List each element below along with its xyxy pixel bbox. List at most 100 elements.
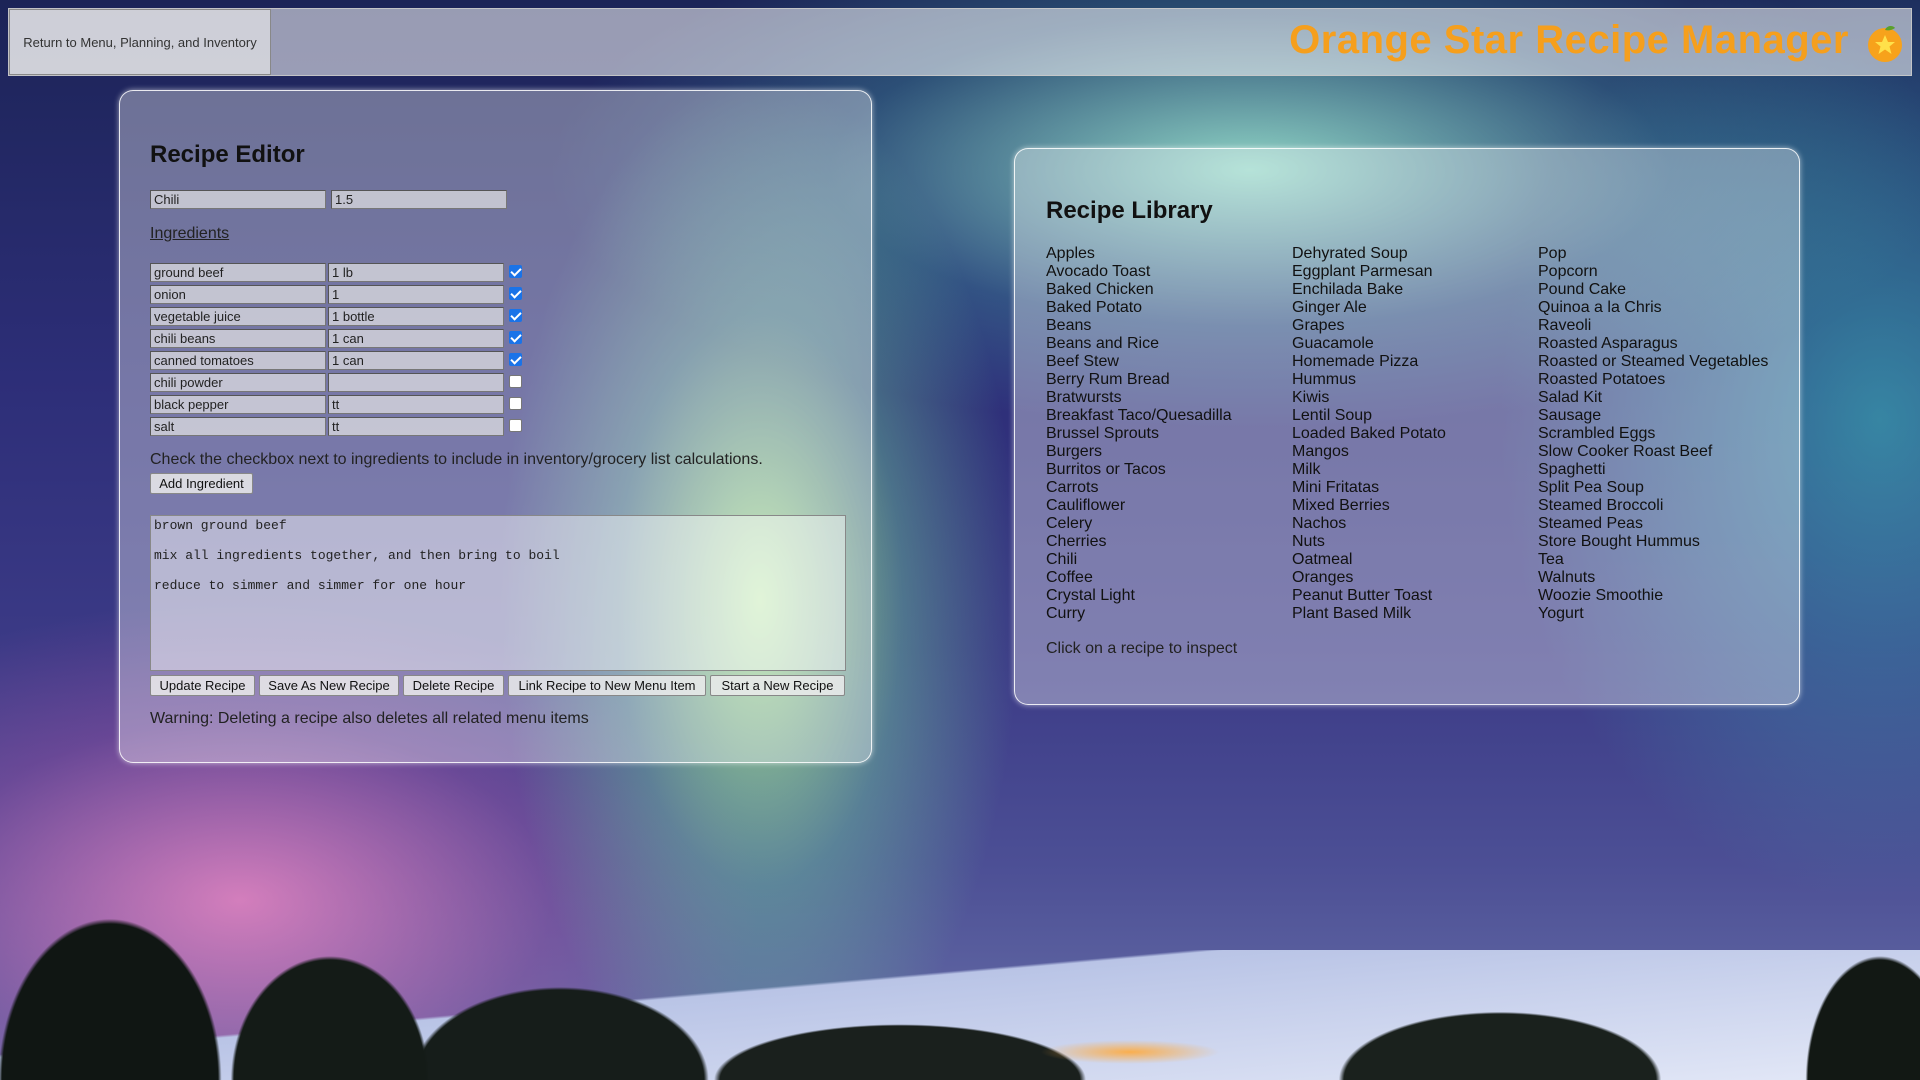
recipe-library-item[interactable]: Oranges bbox=[1292, 569, 1446, 587]
recipe-editor-title: Recipe Editor bbox=[150, 141, 305, 168]
recipe-library-item[interactable]: Quinoa a la Chris bbox=[1538, 299, 1768, 317]
recipe-library-item[interactable]: Yogurt bbox=[1538, 605, 1768, 623]
recipe-library-item[interactable]: Guacamole bbox=[1292, 335, 1446, 353]
ingredient-name-input[interactable] bbox=[150, 307, 326, 326]
recipe-library-item[interactable]: Tea bbox=[1538, 551, 1768, 569]
recipe-library-item[interactable]: Popcorn bbox=[1538, 263, 1768, 281]
recipe-library-item[interactable]: Carrots bbox=[1046, 479, 1232, 497]
recipe-library-item[interactable]: Cauliflower bbox=[1046, 497, 1232, 515]
recipe-library-item[interactable]: Dehyrated Soup bbox=[1292, 245, 1446, 263]
recipe-library-item[interactable]: Milk bbox=[1292, 461, 1446, 479]
recipe-library-item[interactable]: Salad Kit bbox=[1538, 389, 1768, 407]
recipe-library-item[interactable]: Curry bbox=[1046, 605, 1232, 623]
ingredient-quantity-input[interactable] bbox=[328, 417, 504, 436]
recipe-library-item[interactable]: Chili bbox=[1046, 551, 1232, 569]
ingredient-name-input[interactable] bbox=[150, 329, 326, 348]
include-in-inventory-checkbox[interactable] bbox=[509, 265, 522, 278]
include-in-inventory-checkbox[interactable] bbox=[509, 397, 522, 410]
recipe-library-item[interactable]: Walnuts bbox=[1538, 569, 1768, 587]
include-in-inventory-checkbox[interactable] bbox=[509, 331, 522, 344]
ingredient-name-input[interactable] bbox=[150, 417, 326, 436]
recipe-library-item[interactable]: Kiwis bbox=[1292, 389, 1446, 407]
recipe-library-item[interactable]: Homemade Pizza bbox=[1292, 353, 1446, 371]
recipe-library-item[interactable]: Avocado Toast bbox=[1046, 263, 1232, 281]
ingredient-name-input[interactable] bbox=[150, 373, 326, 392]
recipe-library-item[interactable]: Burgers bbox=[1046, 443, 1232, 461]
recipe-library-item[interactable]: Sausage bbox=[1538, 407, 1768, 425]
recipe-library-item[interactable]: Woozie Smoothie bbox=[1538, 587, 1768, 605]
recipe-library-item[interactable]: Peanut Butter Toast bbox=[1292, 587, 1446, 605]
instructions-textarea[interactable]: brown ground beef mix all ingredients tog… bbox=[150, 515, 846, 671]
recipe-library-item[interactable]: Celery bbox=[1046, 515, 1232, 533]
ingredient-name-input[interactable] bbox=[150, 285, 326, 304]
recipe-library-item[interactable]: Apples bbox=[1046, 245, 1232, 263]
recipe-library-item[interactable]: Nachos bbox=[1292, 515, 1446, 533]
recipe-library-item[interactable]: Pound Cake bbox=[1538, 281, 1768, 299]
recipe-library-item[interactable]: Beans bbox=[1046, 317, 1232, 335]
recipe-library-item[interactable]: Mixed Berries bbox=[1292, 497, 1446, 515]
ingredient-quantity-input[interactable] bbox=[328, 263, 504, 282]
include-in-inventory-checkbox[interactable] bbox=[509, 419, 522, 432]
recipe-library-item[interactable]: Brussel Sprouts bbox=[1046, 425, 1232, 443]
recipe-library-item[interactable]: Oatmeal bbox=[1292, 551, 1446, 569]
return-to-menu-button[interactable]: Return to Menu, Planning, and Inventory bbox=[9, 9, 271, 75]
ingredient-name-input[interactable] bbox=[150, 263, 326, 282]
recipe-library-item[interactable]: Steamed Broccoli bbox=[1538, 497, 1768, 515]
save-as-new-recipe-button[interactable]: Save As New Recipe bbox=[259, 675, 399, 696]
recipe-library-item[interactable]: Store Bought Hummus bbox=[1538, 533, 1768, 551]
recipe-library-item[interactable]: Plant Based Milk bbox=[1292, 605, 1446, 623]
ingredient-quantity-input[interactable] bbox=[328, 329, 504, 348]
include-in-inventory-checkbox[interactable] bbox=[509, 287, 522, 300]
recipe-library-item[interactable]: Crystal Light bbox=[1046, 587, 1232, 605]
recipe-library-item[interactable]: Nuts bbox=[1292, 533, 1446, 551]
recipe-library-item[interactable]: Steamed Peas bbox=[1538, 515, 1768, 533]
ingredient-name-input[interactable] bbox=[150, 351, 326, 370]
link-recipe-to-menu-button[interactable]: Link Recipe to New Menu Item bbox=[508, 675, 706, 696]
recipe-library-item[interactable]: Berry Rum Bread bbox=[1046, 371, 1232, 389]
recipe-library-item[interactable]: Lentil Soup bbox=[1292, 407, 1446, 425]
recipe-library-item[interactable]: Bratwursts bbox=[1046, 389, 1232, 407]
recipe-library-item[interactable]: Breakfast Taco/Quesadilla bbox=[1046, 407, 1232, 425]
recipe-library-item[interactable]: Enchilada Bake bbox=[1292, 281, 1446, 299]
recipe-library-item[interactable]: Hummus bbox=[1292, 371, 1446, 389]
recipe-library-item[interactable]: Scrambled Eggs bbox=[1538, 425, 1768, 443]
ingredient-name-input[interactable] bbox=[150, 395, 326, 414]
recipe-library-item[interactable]: Pop bbox=[1538, 245, 1768, 263]
recipe-library-item[interactable]: Roasted or Steamed Vegetables bbox=[1538, 353, 1768, 371]
recipe-library-item[interactable]: Ginger Ale bbox=[1292, 299, 1446, 317]
delete-recipe-button[interactable]: Delete Recipe bbox=[403, 675, 504, 696]
recipe-library-item[interactable]: Slow Cooker Roast Beef bbox=[1538, 443, 1768, 461]
recipe-library-item[interactable]: Loaded Baked Potato bbox=[1292, 425, 1446, 443]
recipe-library-item[interactable]: Raveoli bbox=[1538, 317, 1768, 335]
recipe-library-item[interactable]: Eggplant Parmesan bbox=[1292, 263, 1446, 281]
recipe-library-item[interactable]: Baked Potato bbox=[1046, 299, 1232, 317]
update-recipe-button[interactable]: Update Recipe bbox=[150, 675, 255, 696]
recipe-library-item[interactable]: Roasted Potatoes bbox=[1538, 371, 1768, 389]
recipe-library-item[interactable]: Spaghetti bbox=[1538, 461, 1768, 479]
recipe-library-item[interactable]: Burritos or Tacos bbox=[1046, 461, 1232, 479]
include-in-inventory-checkbox[interactable] bbox=[509, 375, 522, 388]
ingredient-quantity-input[interactable] bbox=[328, 395, 504, 414]
recipe-library-item[interactable]: Coffee bbox=[1046, 569, 1232, 587]
recipe-library-item[interactable]: Roasted Asparagus bbox=[1538, 335, 1768, 353]
recipe-library-item[interactable]: Baked Chicken bbox=[1046, 281, 1232, 299]
start-new-recipe-button[interactable]: Start a New Recipe bbox=[710, 675, 845, 696]
add-ingredient-button[interactable]: Add Ingredient bbox=[150, 473, 253, 494]
include-in-inventory-checkbox[interactable] bbox=[509, 309, 522, 322]
ingredient-quantity-input[interactable] bbox=[328, 373, 504, 392]
recipe-library-item[interactable]: Mini Fritatas bbox=[1292, 479, 1446, 497]
ingredients-label[interactable]: Ingredients bbox=[150, 225, 229, 243]
recipe-library-item[interactable]: Beans and Rice bbox=[1046, 335, 1232, 353]
ingredient-quantity-input[interactable] bbox=[328, 285, 504, 304]
recipe-library-item[interactable]: Beef Stew bbox=[1046, 353, 1232, 371]
recipe-name-input[interactable] bbox=[150, 190, 326, 209]
ingredient-quantity-input[interactable] bbox=[328, 307, 504, 326]
recipe-library-item[interactable]: Mangos bbox=[1292, 443, 1446, 461]
ingredient-quantity-input[interactable] bbox=[328, 351, 504, 370]
recipe-library-item[interactable]: Cherries bbox=[1046, 533, 1232, 551]
recipe-library-item[interactable]: Split Pea Soup bbox=[1538, 479, 1768, 497]
recipe-library-panel: Recipe Library Apples Avocado Toast Baked … bbox=[1014, 148, 1800, 705]
recipe-library-item[interactable]: Grapes bbox=[1292, 317, 1446, 335]
recipe-servings-input[interactable] bbox=[331, 190, 507, 209]
include-in-inventory-checkbox[interactable] bbox=[509, 353, 522, 366]
